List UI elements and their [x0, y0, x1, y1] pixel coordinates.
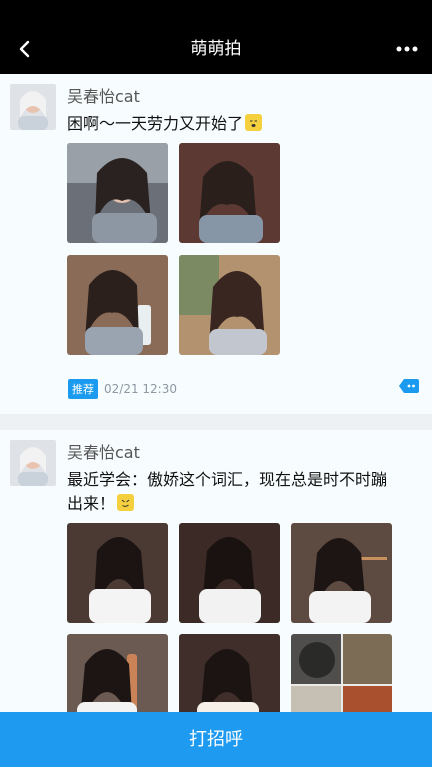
post-photo[interactable] [67, 634, 168, 712]
post-text-content: 最近学会：傲娇这个词汇，现在总是时不时蹦出来！ [67, 470, 388, 513]
recommend-badge: 推荐 [68, 379, 98, 399]
post-photo[interactable] [67, 143, 168, 243]
post-photo[interactable] [179, 255, 280, 355]
avatar[interactable] [10, 84, 56, 130]
post-meta: 推荐 02/21 12:30 [68, 379, 177, 399]
post-photo[interactable] [67, 255, 168, 355]
post-photo[interactable] [291, 523, 392, 623]
post-photo[interactable] [179, 143, 280, 243]
post-photo[interactable] [291, 634, 392, 712]
post-card: 吴春怡cat 困啊～一天劳力又开始了 推荐 02/21 12:30 [0, 74, 432, 414]
post-text-content: 困啊～一天劳力又开始了 [67, 114, 244, 133]
more-icon [396, 46, 418, 52]
page-title: 萌萌拍 [190, 39, 242, 59]
emoji-sleepy-icon [245, 114, 263, 131]
comment-button[interactable] [398, 378, 420, 394]
post-text: 困啊～一天劳力又开始了 [67, 112, 397, 136]
username[interactable]: 吴春怡cat [67, 83, 140, 107]
post-card: 吴春怡cat 最近学会：傲娇这个词汇，现在总是时不时蹦出来！ [0, 430, 432, 712]
post-text: 最近学会：傲娇这个词汇，现在总是时不时蹦出来！ [67, 468, 397, 516]
post-photo[interactable] [67, 523, 168, 623]
more-button[interactable] [392, 34, 422, 64]
post-time: 02/21 12:30 [104, 382, 177, 396]
feed[interactable]: 吴春怡cat 困啊～一天劳力又开始了 推荐 02/21 12:30 吴春怡cat… [0, 74, 432, 712]
comment-icon [399, 379, 419, 393]
post-photo[interactable] [179, 634, 280, 712]
status-bar [0, 0, 432, 24]
avatar[interactable] [10, 440, 56, 486]
username[interactable]: 吴春怡cat [67, 439, 140, 463]
say-hello-button[interactable]: 打招呼 [0, 712, 432, 767]
separator [0, 414, 432, 430]
post-photo[interactable] [179, 523, 280, 623]
emoji-smug-icon [117, 494, 135, 511]
nav-bar: 萌萌拍 [0, 24, 432, 74]
